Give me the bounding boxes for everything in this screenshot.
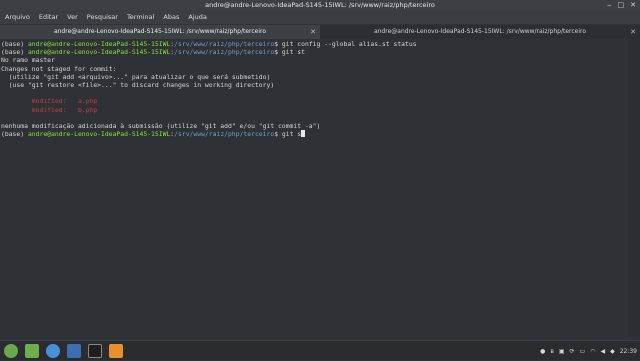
terminal-line: nenhuma modificação adicionada à submiss… — [1, 122, 321, 131]
menu-arquivo[interactable]: Arquivo — [5, 13, 30, 21]
mint-menu-icon[interactable] — [4, 344, 18, 358]
menu-editar[interactable]: Editar — [39, 13, 58, 21]
menu-ajuda[interactable]: Ajuda — [188, 13, 206, 21]
terminal-line: No ramo master — [1, 56, 55, 65]
terminal-line-modified: modified: b.php — [1, 105, 98, 114]
tab-1-label: andre@andre-Lenovo-IdeaPad-S145-15IWL: /… — [53, 28, 267, 35]
terminal-line: (use "git restore <file>..." to discard … — [1, 81, 275, 90]
tab-1[interactable]: andre@andre-Lenovo-IdeaPad-S145-15IWL: /… — [0, 25, 320, 39]
wifi-icon[interactable]: ◠ — [590, 348, 595, 355]
menu-ver[interactable]: Ver — [67, 13, 78, 21]
menubar: Arquivo Editar Ver Pesquisar Terminal Ab… — [0, 10, 640, 24]
menu-abas[interactable]: Abas — [163, 13, 179, 21]
system-tray: ● ʙ ▣ ⟳ ▭ ◠ ◀ ◆ 22:39 — [540, 341, 640, 361]
taskbar: ● ʙ ▣ ⟳ ▭ ◠ ◀ ◆ 22:39 — [0, 340, 640, 360]
close-icon[interactable]: ✕ — [630, 25, 636, 39]
terminal-icon[interactable] — [88, 344, 102, 358]
bluetooth-icon[interactable]: ʙ — [550, 348, 553, 355]
shield-icon[interactable]: ▣ — [559, 348, 565, 355]
terminal-output[interactable]: (base) andre@andre-Lenovo-IdeaPad-S145-1… — [0, 39, 628, 337]
clock[interactable]: 22:39 — [620, 348, 637, 355]
sync-icon[interactable]: ⟳ — [570, 348, 575, 355]
terminal-line-modified: modified: a.php — [1, 97, 98, 106]
volume-icon[interactable]: ◀ — [600, 348, 605, 355]
software-icon[interactable] — [109, 344, 123, 358]
tab-bar: andre@andre-Lenovo-IdeaPad-S145-15IWL: /… — [0, 25, 640, 39]
tab-2-label: andre@andre-Lenovo-IdeaPad-S145-15IWL: /… — [373, 28, 587, 35]
update-icon[interactable]: ◆ — [610, 348, 615, 355]
network-icon[interactable]: ● — [540, 348, 545, 355]
terminal-line: (base) andre@andre-Lenovo-IdeaPad-S145-1… — [1, 48, 305, 57]
window-titlebar: andre@andre-Lenovo-IdeaPad-S145-15IWL: /… — [0, 0, 640, 10]
minimize-icon[interactable]: ‒ — [607, 0, 611, 10]
close-icon[interactable]: ✕ — [630, 0, 636, 10]
window-title: andre@andre-Lenovo-IdeaPad-S145-15IWL: /… — [205, 1, 435, 9]
firefox-icon[interactable] — [46, 344, 60, 358]
files-icon[interactable] — [25, 344, 39, 358]
close-icon[interactable]: ✕ — [310, 25, 316, 39]
terminal-line: Changes not staged for commit: — [1, 64, 117, 73]
text-cursor — [301, 130, 306, 138]
tab-2[interactable]: andre@andre-Lenovo-IdeaPad-S145-15IWL: /… — [320, 25, 640, 39]
menu-pesquisar[interactable]: Pesquisar — [87, 13, 118, 21]
maximize-icon[interactable]: □ — [618, 0, 625, 10]
battery-icon[interactable]: ▭ — [580, 348, 586, 355]
terminal-line: (base) andre@andre-Lenovo-IdeaPad-S145-1… — [1, 130, 627, 138]
menu-terminal[interactable]: Terminal — [127, 13, 154, 21]
terminal-line: (utilize "git add <arquivo>..." para atu… — [1, 72, 271, 81]
scrollbar[interactable] — [628, 39, 640, 337]
terminal-line: (base) andre@andre-Lenovo-IdeaPad-S145-1… — [1, 40, 417, 48]
app-icon[interactable] — [67, 344, 81, 358]
